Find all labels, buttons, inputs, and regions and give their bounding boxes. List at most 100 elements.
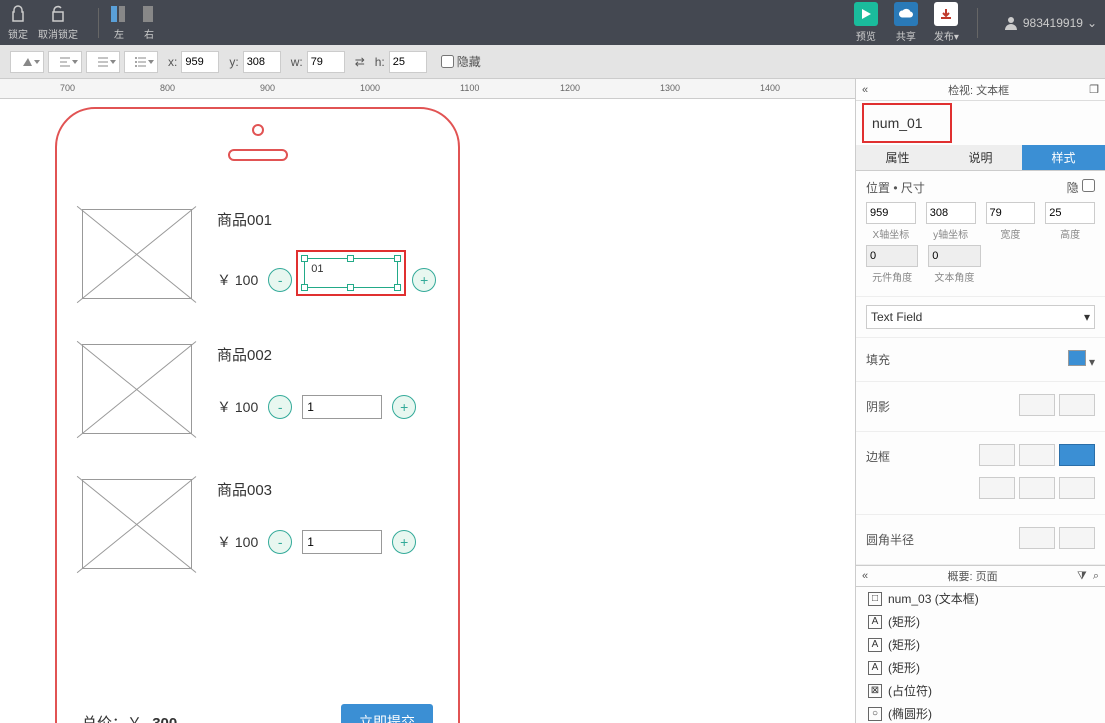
radius-input[interactable] xyxy=(1019,527,1055,549)
search-icon[interactable]: ⌕ xyxy=(1093,570,1099,583)
align-right-button[interactable]: 右 xyxy=(139,4,159,41)
publish-button[interactable]: 发布▾ xyxy=(934,2,959,43)
qty-input[interactable] xyxy=(302,530,382,554)
filter-icon[interactable]: ⧩ xyxy=(1077,570,1087,583)
fill-section: 填充 ▾ xyxy=(856,338,1105,382)
inspector-header: « 检视: 文本框 ❐ xyxy=(856,79,1105,101)
tab-style[interactable]: 样式 xyxy=(1022,145,1105,170)
fill-color-swatch[interactable] xyxy=(1068,350,1086,366)
hide-checkbox[interactable]: 隐藏 xyxy=(441,53,481,70)
insp-w-input[interactable] xyxy=(986,202,1036,224)
unlock-icon xyxy=(48,4,68,24)
widget-icon: A xyxy=(868,615,882,629)
radius-toggle[interactable] xyxy=(1059,527,1095,549)
placeholder-image[interactable] xyxy=(82,209,192,299)
insp-h-input[interactable] xyxy=(1045,202,1095,224)
border-width[interactable] xyxy=(979,444,1015,466)
submit-button[interactable]: 立即提交 xyxy=(341,704,433,723)
inspector-panel: « 检视: 文本框 ❐ num_01 属性 说明 样式 位置 • 尺寸 隐 X轴… xyxy=(855,79,1105,723)
outline-item[interactable]: ○(椭圆形) xyxy=(856,702,1105,723)
product-name: 商品003 xyxy=(217,479,416,500)
cloud-icon xyxy=(894,2,918,26)
outline-label: (矩形) xyxy=(888,659,920,676)
w-input[interactable] xyxy=(307,51,345,73)
border-side-2[interactable] xyxy=(1019,477,1055,499)
total-label: 总价：￥ xyxy=(82,715,142,723)
insp-elem-angle[interactable] xyxy=(866,245,918,267)
h-input[interactable] xyxy=(389,51,427,73)
preview-button[interactable]: 预览 xyxy=(854,2,878,43)
user-menu[interactable]: 983419919 ⌄ xyxy=(1003,15,1097,31)
outline-item[interactable]: A(矩形) xyxy=(856,656,1105,679)
outline-item[interactable]: A (矩形) xyxy=(856,633,1105,656)
border-section: 边框 xyxy=(856,432,1105,515)
top-toolbar: 锁定 取消锁定 左 右 预览 共享 发布▾ 983419919 ⌄ xyxy=(0,0,1105,45)
placeholder-image[interactable] xyxy=(82,344,192,434)
widget-type-select[interactable]: Text Field▾ xyxy=(866,305,1095,329)
border-color[interactable] xyxy=(1059,444,1095,466)
w-label: w: xyxy=(291,55,303,69)
shadow-section: 阴影 xyxy=(856,382,1105,432)
y-input[interactable] xyxy=(243,51,281,73)
lock-icon xyxy=(8,4,28,24)
user-icon xyxy=(1003,15,1019,31)
canvas[interactable]: 700 800 900 1000 1100 1200 1300 1400 商品0… xyxy=(0,79,855,723)
hide-element-checkbox[interactable] xyxy=(1082,179,1095,192)
border-side-3[interactable] xyxy=(1059,477,1095,499)
element-name[interactable]: num_01 xyxy=(862,103,952,143)
minus-button[interactable]: - xyxy=(268,268,292,292)
phone-frame: 商品001 ￥ 100 - 01 xyxy=(55,107,460,723)
fill-dropdown[interactable] xyxy=(10,51,44,73)
placeholder-image[interactable] xyxy=(82,479,192,569)
align-left-button[interactable]: 左 xyxy=(109,4,129,41)
product-name: 商品001 xyxy=(217,209,436,230)
unlock-button[interactable]: 取消锁定 xyxy=(38,4,78,41)
plus-button[interactable]: + xyxy=(412,268,436,292)
outline-label: (矩形) xyxy=(888,636,920,653)
separator xyxy=(977,8,978,38)
plus-button[interactable]: + xyxy=(392,395,416,419)
outline-item[interactable]: A (矩形) xyxy=(856,610,1105,633)
chevron-down-icon[interactable]: ▾ xyxy=(1089,355,1095,369)
outline-item[interactable]: ⊠(占位符) xyxy=(856,679,1105,702)
tab-attributes[interactable]: 属性 xyxy=(856,145,939,170)
border-side-1[interactable] xyxy=(979,477,1015,499)
align-v-dropdown[interactable] xyxy=(86,51,120,73)
align-h-dropdown[interactable] xyxy=(48,51,82,73)
tab-description[interactable]: 说明 xyxy=(939,145,1022,170)
insp-text-angle[interactable] xyxy=(928,245,980,267)
plus-button[interactable]: + xyxy=(392,530,416,554)
speaker-icon xyxy=(228,149,288,161)
minus-button[interactable]: - xyxy=(268,395,292,419)
outline-label: (矩形) xyxy=(888,613,920,630)
outline-label: (占位符) xyxy=(888,682,932,699)
outline-item[interactable]: □num_03 (文本框) xyxy=(856,587,1105,610)
qty-input[interactable] xyxy=(302,395,382,419)
align-right-label: 右 xyxy=(144,26,154,41)
insp-x-input[interactable] xyxy=(866,202,916,224)
download-icon xyxy=(934,2,958,26)
align-left-label: 左 xyxy=(114,26,124,41)
list-dropdown[interactable] xyxy=(124,51,158,73)
lock-label: 锁定 xyxy=(8,26,28,41)
minus-button[interactable]: - xyxy=(268,530,292,554)
x-input[interactable] xyxy=(181,51,219,73)
outline-list: □num_03 (文本框)A(矩形)A(矩形)A(矩形)⊠(占位符)○(椭圆形)… xyxy=(856,587,1105,723)
outline-label: num_03 (文本框) xyxy=(888,590,979,607)
widget-icon: A xyxy=(868,638,882,652)
camera-icon xyxy=(252,124,264,136)
y-label: y: xyxy=(229,55,238,69)
selected-textfield[interactable]: 01 xyxy=(304,258,398,288)
new-page-icon[interactable]: ❐ xyxy=(1089,83,1099,96)
insp-y-input[interactable] xyxy=(926,202,976,224)
outline-label: (椭圆形) xyxy=(888,705,932,722)
share-button[interactable]: 共享 xyxy=(894,2,918,43)
shadow-inner[interactable] xyxy=(1059,394,1095,416)
border-style[interactable] xyxy=(1019,444,1055,466)
lock-wh-icon[interactable]: ⇄ xyxy=(355,55,365,69)
chevron-down-icon: ▾ xyxy=(1084,310,1090,324)
lock-button[interactable]: 锁定 xyxy=(8,4,28,41)
total-value: 300 xyxy=(152,715,177,723)
shadow-outer[interactable] xyxy=(1019,394,1055,416)
product-name: 商品002 xyxy=(217,344,416,365)
